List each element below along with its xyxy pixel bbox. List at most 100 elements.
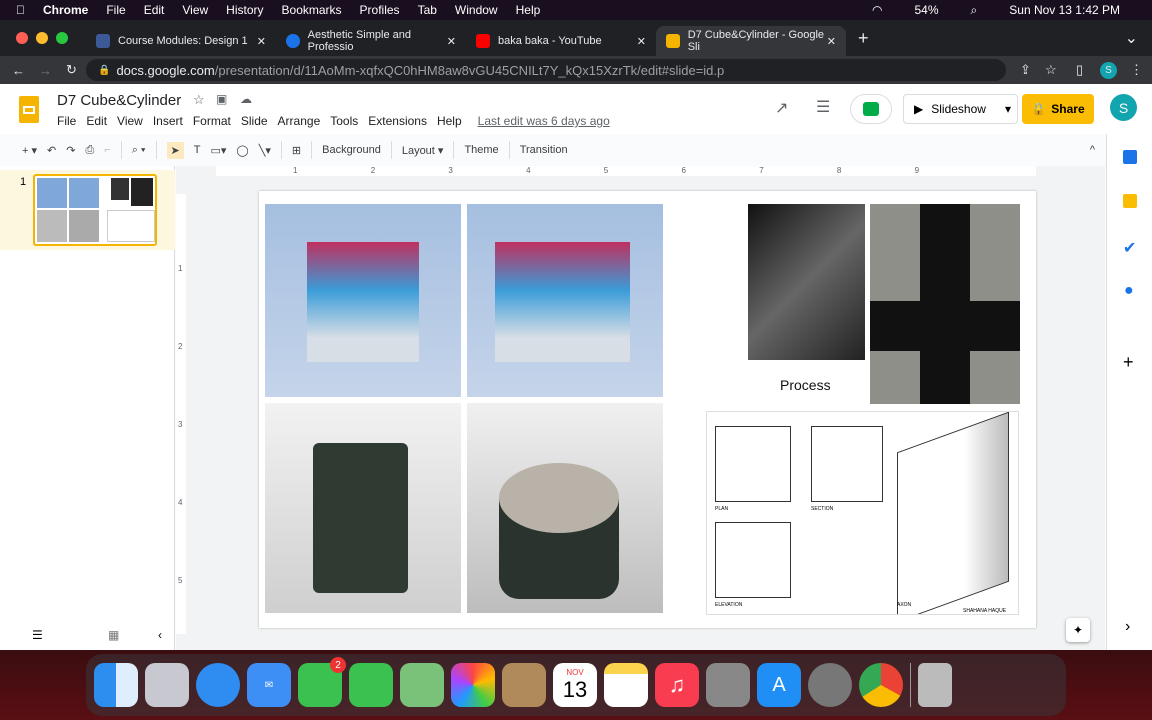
menu-profiles[interactable]: Profiles [360, 3, 400, 17]
system-preferences-icon[interactable] [808, 663, 852, 707]
menu-file[interactable]: File [106, 3, 125, 17]
meet-button[interactable] [850, 94, 892, 124]
process-label[interactable]: Process [780, 377, 831, 393]
maps-icon[interactable] [400, 663, 444, 707]
menu-insert[interactable]: Insert [153, 114, 183, 128]
menu-bookmarks[interactable]: Bookmarks [282, 3, 342, 17]
sidepanel-icon[interactable]: ▯ [1076, 62, 1083, 78]
slideshow-dropdown-icon[interactable]: ▾ [1005, 102, 1011, 116]
textbox-icon[interactable]: T [194, 144, 201, 156]
close-tab-icon[interactable]: ✕ [637, 35, 646, 48]
menu-help[interactable]: Help [437, 114, 462, 128]
drawing-orthographic-axon[interactable]: PLAN SECTION ELEVATION AXON SHAHANA HAQU… [706, 411, 1019, 615]
wifi-icon[interactable]: ◠ [872, 3, 882, 17]
close-tab-icon[interactable]: ✕ [447, 35, 456, 48]
show-side-panel-icon[interactable]: › [1125, 618, 1130, 636]
share-icon[interactable]: ⇪ [1020, 62, 1031, 78]
tab-aesthetic[interactable]: Aesthetic Simple and Professio ✕ [276, 26, 466, 56]
close-window-button[interactable] [16, 32, 28, 44]
collapse-menus-icon[interactable]: ^ [1090, 144, 1095, 156]
horizontal-ruler[interactable]: 1 2 3 4 5 6 7 8 9 [216, 166, 1036, 176]
tab-youtube[interactable]: baka baka - YouTube ✕ [466, 26, 656, 56]
image-icon[interactable]: ▭▾ [211, 144, 227, 157]
background-button[interactable]: Background [322, 144, 381, 156]
forward-icon[interactable]: → [39, 63, 52, 78]
calendar-icon[interactable] [1123, 150, 1137, 164]
account-avatar[interactable]: S [1110, 94, 1137, 121]
calendar-app-icon[interactable]: NOV 13 [553, 663, 597, 707]
mail-icon[interactable]: ✉ [247, 663, 291, 707]
back-icon[interactable]: ← [12, 63, 25, 78]
line-icon[interactable]: ╲▾ [259, 144, 271, 157]
reload-icon[interactable]: ↻ [66, 62, 77, 78]
slides-logo[interactable] [19, 96, 39, 123]
menu-slide[interactable]: Slide [241, 114, 268, 128]
new-tab-icon[interactable]: + [858, 28, 869, 49]
menu-tools[interactable]: Tools [330, 114, 358, 128]
menu-tab[interactable]: Tab [418, 3, 437, 17]
chrome-icon[interactable] [859, 663, 903, 707]
close-tab-icon[interactable]: ✕ [827, 35, 836, 48]
zoom-icon[interactable]: ⌕ ▾ [132, 144, 146, 157]
contacts-icon[interactable]: ● [1124, 282, 1134, 300]
new-slide-icon[interactable]: + ▾ [22, 144, 37, 157]
calculator-icon[interactable] [706, 663, 750, 707]
select-icon[interactable]: ➤ [166, 141, 184, 159]
search-icon[interactable]: ⌕ [971, 3, 978, 18]
doc-title[interactable]: D7 Cube&Cylinder [57, 92, 181, 109]
vertical-ruler[interactable]: 1 2 3 4 5 [176, 194, 186, 634]
bookmark-star-icon[interactable]: ☆ [1045, 62, 1057, 78]
profile-avatar[interactable]: S [1100, 61, 1117, 79]
last-edit-link[interactable]: Last edit was 6 days ago [478, 114, 610, 128]
slideshow-button[interactable]: ▶ Slideshow ▾ [903, 94, 1018, 124]
clock[interactable]: Sun Nov 13 1:42 PM [1009, 3, 1120, 17]
menu-help[interactable]: Help [516, 3, 541, 17]
menu-format[interactable]: Format [193, 114, 231, 128]
menu-window[interactable]: Window [455, 3, 498, 17]
grid-view-icon[interactable]: ☰ [32, 628, 43, 642]
facetime-icon[interactable]: 2 [298, 657, 346, 707]
keep-icon[interactable] [1123, 194, 1137, 208]
messages-icon[interactable] [349, 663, 393, 707]
print-icon[interactable]: ⎙ [85, 144, 94, 157]
tasks-icon[interactable]: ✔ [1123, 238, 1136, 258]
photo-cube-front[interactable] [265, 204, 461, 397]
filmstrip-view-icon[interactable]: ▦ [108, 628, 119, 642]
photo-process-acrylic[interactable] [748, 204, 865, 360]
photo-cube-net[interactable] [870, 204, 1020, 404]
menu-app[interactable]: Chrome [43, 3, 88, 17]
safari-icon[interactable] [196, 663, 240, 707]
cloud-status-icon[interactable]: ☁ [240, 92, 252, 106]
finder-icon[interactable] [94, 663, 138, 707]
chrome-menu-icon[interactable]: ⋮ [1130, 62, 1143, 78]
slide-thumbnail-1[interactable]: 1 [0, 170, 175, 250]
menu-view[interactable]: View [117, 114, 143, 128]
menu-history[interactable]: History [226, 3, 263, 17]
tab-search-icon[interactable]: ⌄ [1125, 28, 1138, 48]
theme-button[interactable]: Theme [464, 144, 498, 156]
minimize-button[interactable] [36, 32, 48, 44]
paint-format-icon[interactable]: ⌐ [104, 144, 110, 156]
redo-icon[interactable]: ↷ [66, 144, 75, 157]
photo-cylinder-side[interactable] [265, 403, 461, 613]
comment-icon[interactable]: ⊞ [292, 144, 301, 157]
move-folder-icon[interactable]: ▣ [216, 92, 227, 106]
app-store-icon[interactable]: A [757, 663, 801, 707]
menu-file[interactable]: File [57, 114, 76, 128]
menu-extensions[interactable]: Extensions [368, 114, 427, 128]
collapse-filmstrip-icon[interactable]: ‹ [158, 628, 162, 642]
notes-icon[interactable] [604, 663, 648, 707]
activity-icon[interactable]: ↗ [775, 98, 788, 118]
layout-button[interactable]: Layout ▾ [402, 144, 444, 157]
photos-icon[interactable] [451, 663, 495, 707]
shape-icon[interactable]: ◯ [236, 144, 248, 157]
apple-icon[interactable]:  [16, 3, 25, 17]
share-button[interactable]: 🔒 Share [1022, 94, 1094, 124]
photo-cylinder-top[interactable] [467, 403, 663, 613]
slide[interactable]: Process PLAN SECTION ELEVATION AXON SHAH… [259, 191, 1036, 628]
contacts-app-icon[interactable] [502, 663, 546, 707]
trash-icon[interactable] [918, 663, 952, 707]
menu-arrange[interactable]: Arrange [278, 114, 321, 128]
close-tab-icon[interactable]: ✕ [257, 35, 266, 48]
zoom-button[interactable] [56, 32, 68, 44]
